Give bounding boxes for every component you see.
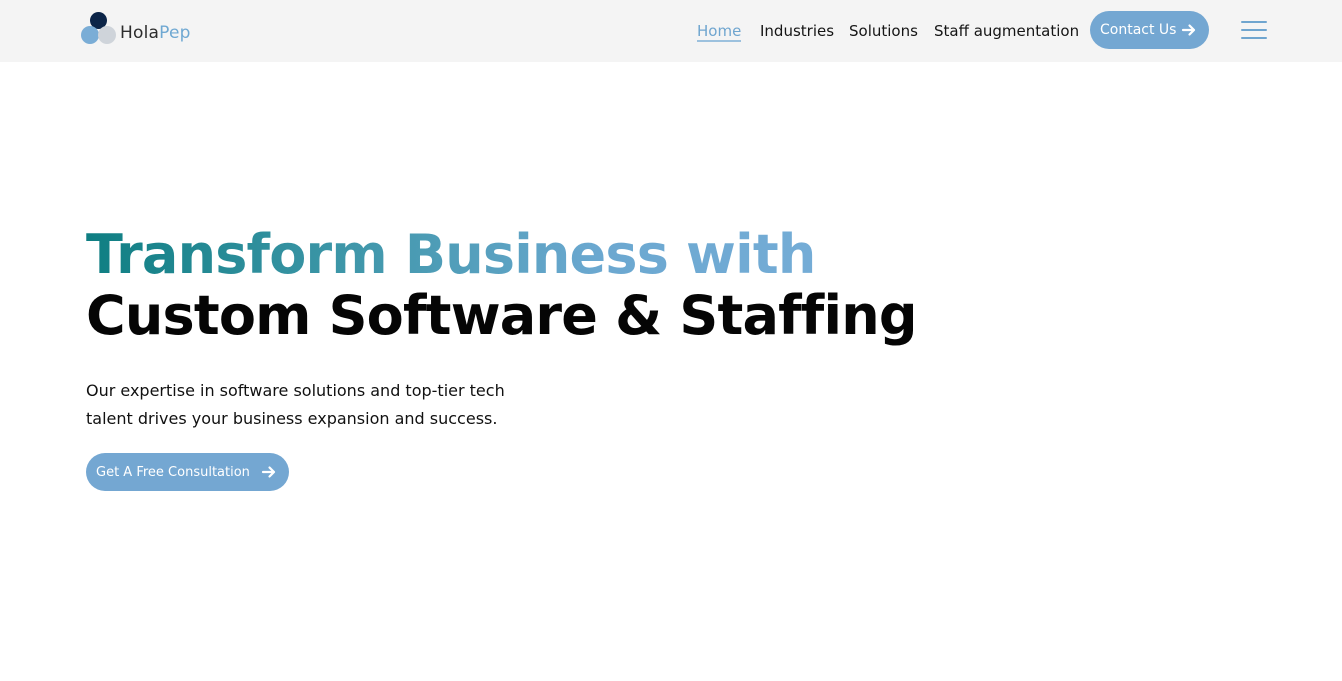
hero-title-line2: Custom Software & Staffing [86,284,918,347]
hero-title-line1: Transform Business with [86,223,816,286]
contact-us-button[interactable]: Contact Us [1090,11,1209,49]
logo-text-part1: Hola [120,23,160,43]
free-consultation-button[interactable]: Get A Free Consultation [86,453,289,491]
logo-dot-gray [98,26,116,44]
hamburger-menu-icon[interactable] [1241,21,1267,40]
logo-text: HolaPep [120,23,191,43]
logo-dot-blue [81,26,99,44]
logo-mark-icon [81,12,117,46]
menu-bar-top [1241,21,1267,23]
site-header: HolaPep Home Industries Solutions Staff … [0,0,1342,62]
menu-bar-middle [1241,29,1267,31]
nav-solutions[interactable]: Solutions [849,20,918,42]
hero-subtitle: Our expertise in software solutions and … [86,381,505,428]
logo-text-part2: Pep [159,23,191,43]
nav-staff-augmentation[interactable]: Staff augmentation [934,20,1079,42]
nav-home[interactable]: Home [697,20,742,42]
contact-us-label: Contact Us [1100,22,1177,38]
arrow-right-icon [1181,24,1196,36]
free-consultation-label: Get A Free Consultation [96,464,250,480]
arrow-right-icon [261,466,276,478]
logo[interactable]: HolaPep [81,12,201,46]
menu-bar-bottom [1241,37,1267,39]
nav-industries[interactable]: Industries [760,20,834,42]
